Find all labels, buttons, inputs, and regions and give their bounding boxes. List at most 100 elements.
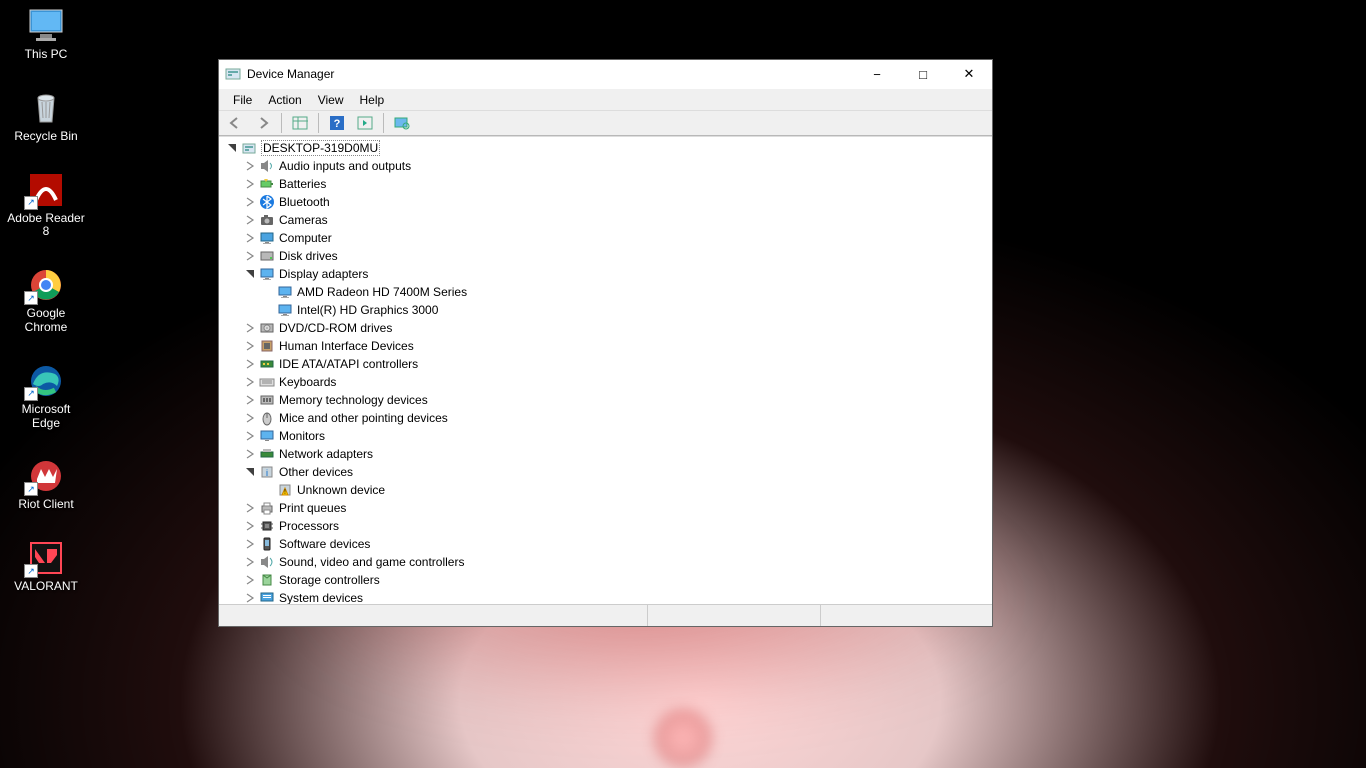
- chevron-right-icon[interactable]: [243, 321, 257, 335]
- tree-node[interactable]: IDE ATA/ATAPI controllers: [219, 355, 992, 373]
- toolbar-separator: [318, 113, 319, 133]
- desktop-icon-this-pc[interactable]: This PC: [6, 8, 86, 62]
- close-button[interactable]: ✕: [946, 60, 992, 88]
- shortcut-arrow-icon: ↗: [24, 482, 38, 496]
- expander-none: [261, 285, 275, 299]
- desktop-icon-microsoft-edge[interactable]: ↗ Microsoft Edge: [6, 363, 86, 431]
- tree-node[interactable]: Display adapters: [219, 265, 992, 283]
- chevron-right-icon[interactable]: [243, 555, 257, 569]
- tree-node[interactable]: Keyboards: [219, 373, 992, 391]
- keyboard-icon: [259, 374, 275, 390]
- status-cell: [219, 605, 647, 626]
- desktop-icon-riot-client[interactable]: ↗ Riot Client: [6, 458, 86, 512]
- tree-node[interactable]: Memory technology devices: [219, 391, 992, 409]
- status-cell: [820, 605, 992, 626]
- tree-node[interactable]: Sound, video and game controllers: [219, 553, 992, 571]
- chevron-right-icon[interactable]: [243, 177, 257, 191]
- forward-button[interactable]: [251, 112, 275, 134]
- chevron-right-icon[interactable]: [243, 195, 257, 209]
- chevron-right-icon[interactable]: [243, 573, 257, 587]
- display-icon: [277, 302, 293, 318]
- chevron-right-icon[interactable]: [243, 537, 257, 551]
- back-button[interactable]: [223, 112, 247, 134]
- chevron-down-icon[interactable]: [243, 465, 257, 479]
- tree-node[interactable]: Bluetooth: [219, 193, 992, 211]
- tree-container: DESKTOP-319D0MUAudio inputs and outputsB…: [219, 136, 992, 604]
- tree-node-label: Keyboards: [279, 375, 336, 389]
- tree-node[interactable]: Software devices: [219, 535, 992, 553]
- tree-node[interactable]: Audio inputs and outputs: [219, 157, 992, 175]
- tree-node[interactable]: Batteries: [219, 175, 992, 193]
- tree-node-label: System devices: [279, 591, 363, 604]
- tree-node[interactable]: Cameras: [219, 211, 992, 229]
- tree-node[interactable]: AMD Radeon HD 7400M Series: [219, 283, 992, 301]
- tree-node-label: Display adapters: [279, 267, 368, 281]
- tree-node[interactable]: System devices: [219, 589, 992, 604]
- bin-icon: [26, 90, 66, 126]
- desktop-icon-valorant[interactable]: ↗ VALORANT: [6, 540, 86, 594]
- maximize-button[interactable]: □: [900, 60, 946, 88]
- chevron-down-icon[interactable]: [225, 141, 239, 155]
- chevron-right-icon[interactable]: [243, 159, 257, 173]
- tree-node[interactable]: Network adapters: [219, 445, 992, 463]
- menu-help[interactable]: Help: [352, 91, 393, 109]
- chevron-right-icon[interactable]: [243, 447, 257, 461]
- chevron-right-icon[interactable]: [243, 519, 257, 533]
- properties-button[interactable]: [353, 112, 377, 134]
- scan-hardware-button[interactable]: [390, 112, 414, 134]
- desktop-icon-adobe-reader[interactable]: ↗ Adobe Reader 8: [6, 172, 86, 240]
- tree-node-label: Processors: [279, 519, 339, 533]
- tree-node-label: Network adapters: [279, 447, 373, 461]
- desktop-icon-recycle-bin[interactable]: Recycle Bin: [6, 90, 86, 144]
- chevron-right-icon[interactable]: [243, 231, 257, 245]
- menu-file[interactable]: File: [225, 91, 260, 109]
- tree-node[interactable]: Print queues: [219, 499, 992, 517]
- valorant-icon: ↗: [26, 540, 66, 576]
- dvd-icon: [259, 320, 275, 336]
- disk-icon: [259, 248, 275, 264]
- tree-node-label: Cameras: [279, 213, 328, 227]
- chevron-right-icon[interactable]: [243, 411, 257, 425]
- tree-node[interactable]: DESKTOP-319D0MU: [219, 139, 992, 157]
- minimize-button[interactable]: −: [854, 60, 900, 88]
- tree-node[interactable]: DVD/CD-ROM drives: [219, 319, 992, 337]
- tree-node[interactable]: Mice and other pointing devices: [219, 409, 992, 427]
- chevron-right-icon[interactable]: [243, 357, 257, 371]
- expander-none: [261, 483, 275, 497]
- tree-node[interactable]: Human Interface Devices: [219, 337, 992, 355]
- chevron-down-icon[interactable]: [243, 267, 257, 281]
- chevron-right-icon[interactable]: [243, 393, 257, 407]
- tree-node[interactable]: Computer: [219, 229, 992, 247]
- tree-node-label: Human Interface Devices: [279, 339, 414, 353]
- chevron-right-icon[interactable]: [243, 591, 257, 604]
- chevron-right-icon[interactable]: [243, 375, 257, 389]
- tree-node[interactable]: Monitors: [219, 427, 992, 445]
- root-icon: [241, 140, 257, 156]
- chevron-right-icon[interactable]: [243, 249, 257, 263]
- titlebar[interactable]: Device Manager − □ ✕: [219, 60, 992, 88]
- tree-node[interactable]: iOther devices: [219, 463, 992, 481]
- tree-node[interactable]: Disk drives: [219, 247, 992, 265]
- printer-icon: [259, 500, 275, 516]
- chrome-icon: ↗: [26, 267, 66, 303]
- device-tree[interactable]: DESKTOP-319D0MUAudio inputs and outputsB…: [219, 137, 992, 604]
- chevron-right-icon[interactable]: [243, 501, 257, 515]
- tree-node[interactable]: Processors: [219, 517, 992, 535]
- expander-none: [261, 303, 275, 317]
- menu-action[interactable]: Action: [260, 91, 309, 109]
- help-button[interactable]: ?: [325, 112, 349, 134]
- chevron-right-icon[interactable]: [243, 339, 257, 353]
- chevron-right-icon[interactable]: [243, 213, 257, 227]
- show-hide-tree-button[interactable]: [288, 112, 312, 134]
- other-icon: i: [259, 464, 275, 480]
- toolbar: ?: [219, 110, 992, 136]
- toolbar-separator: [383, 113, 384, 133]
- display-icon: [277, 284, 293, 300]
- tree-node[interactable]: !Unknown device: [219, 481, 992, 499]
- tree-node[interactable]: Intel(R) HD Graphics 3000: [219, 301, 992, 319]
- monitor-icon: [259, 428, 275, 444]
- desktop-icon-google-chrome[interactable]: ↗ Google Chrome: [6, 267, 86, 335]
- tree-node[interactable]: Storage controllers: [219, 571, 992, 589]
- menu-view[interactable]: View: [310, 91, 352, 109]
- chevron-right-icon[interactable]: [243, 429, 257, 443]
